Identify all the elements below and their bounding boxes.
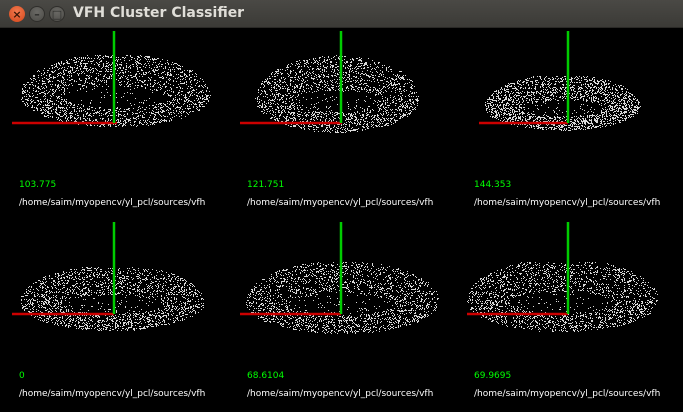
point-cloud-1 — [12, 31, 211, 127]
maximize-window-button[interactable]: □ — [49, 6, 65, 22]
cluster-view-3[interactable]: 144.353 /home/saim/myopencv/yl_pcl/sourc… — [467, 31, 683, 221]
point-cloud-points — [246, 262, 439, 334]
point-cloud-6 — [467, 222, 658, 332]
cluster-path-2: /home/saim/myopencv/yl_pcl/sources/vfh — [247, 198, 434, 208]
cluster-score-6: 69.9695 — [474, 371, 512, 381]
cluster-score-1: 103.775 — [19, 180, 57, 190]
cluster-path-4: /home/saim/myopencv/yl_pcl/sources/vfh — [19, 389, 206, 399]
cluster-view-4[interactable]: 0 /home/saim/myopencv/yl_pcl/sources/vfh — [12, 222, 238, 412]
cluster-view-6[interactable]: 69.9695 /home/saim/myopencv/yl_pcl/sourc… — [467, 222, 683, 412]
cluster-path-6: /home/saim/myopencv/yl_pcl/sources/vfh — [474, 389, 661, 399]
point-cloud-points — [255, 55, 419, 133]
cluster-path-1: /home/saim/myopencv/yl_pcl/sources/vfh — [19, 198, 206, 208]
window-titlebar[interactable]: × – □ VFH Cluster Classifier — [0, 0, 683, 28]
close-window-button[interactable]: × — [9, 6, 25, 22]
point-cloud-4 — [12, 222, 204, 331]
cluster-score-3: 144.353 — [474, 180, 512, 190]
point-cloud-3 — [479, 31, 641, 131]
point-cloud-2 — [240, 31, 419, 133]
point-cloud-5 — [240, 222, 439, 334]
point-cloud-points — [21, 55, 211, 127]
cluster-score-5: 68.6104 — [247, 371, 285, 381]
cluster-score-4: 0 — [19, 371, 25, 381]
cluster-view-1[interactable]: 103.775 /home/saim/myopencv/yl_pcl/sourc… — [12, 31, 238, 221]
window-title: VFH Cluster Classifier — [73, 5, 245, 21]
cluster-score-2: 121.751 — [247, 180, 285, 190]
minimize-window-button[interactable]: – — [29, 6, 45, 22]
point-cloud-points — [467, 262, 658, 332]
point-cloud-points — [21, 267, 204, 331]
cluster-path-5: /home/saim/myopencv/yl_pcl/sources/vfh — [247, 389, 434, 399]
cluster-view-5[interactable]: 68.6104 /home/saim/myopencv/yl_pcl/sourc… — [240, 222, 466, 412]
cluster-path-3: /home/saim/myopencv/yl_pcl/sources/vfh — [474, 198, 661, 208]
cluster-view-2[interactable]: 121.751 /home/saim/myopencv/yl_pcl/sourc… — [240, 31, 466, 221]
